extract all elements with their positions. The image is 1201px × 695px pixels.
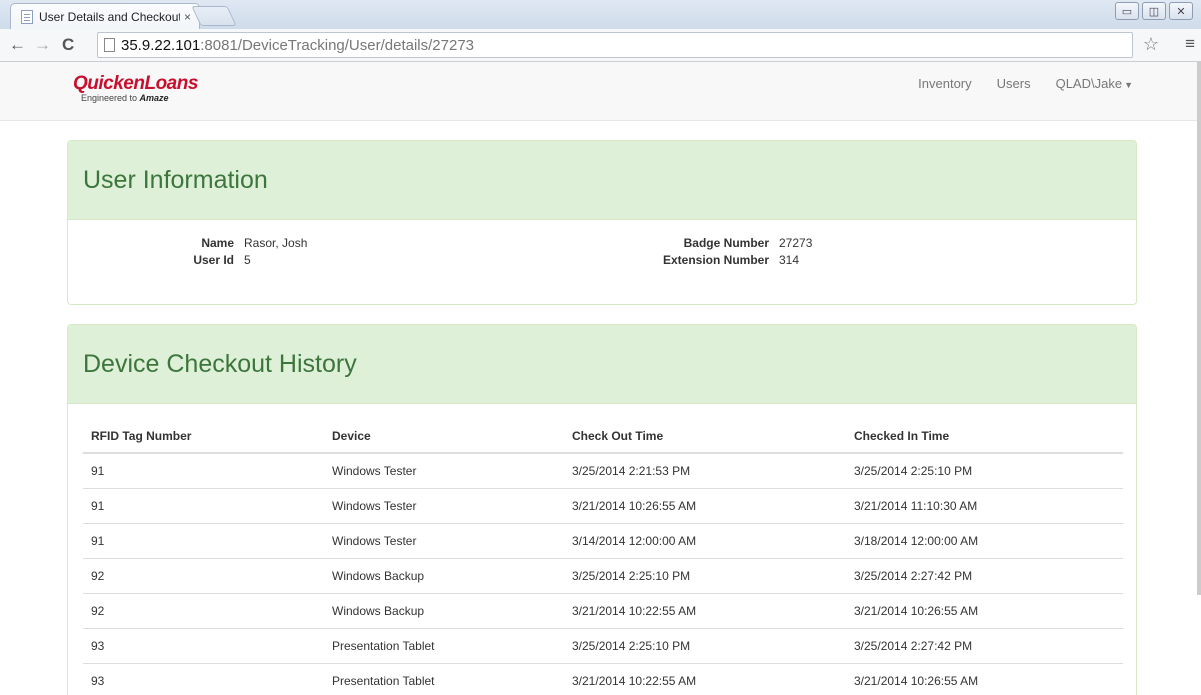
table-cell: 92 (83, 557, 324, 593)
table-cell: 3/18/2014 12:00:00 AM (846, 522, 1123, 558)
table-cell: 3/21/2014 10:26:55 AM (846, 592, 1123, 628)
table-cell: 3/14/2014 12:00:00 AM (564, 522, 846, 558)
panel-title: Device Checkout History (83, 349, 357, 378)
table-cell: 3/25/2014 2:27:42 PM (846, 557, 1123, 593)
panel-heading: Device Checkout History (68, 325, 1136, 404)
forward-icon[interactable]: → (34, 35, 51, 55)
nav-inventory-link[interactable]: Inventory (918, 76, 971, 91)
table-cell: 3/25/2014 2:21:53 PM (572, 463, 691, 478)
vertical-scrollbar[interactable] (1197, 62, 1201, 595)
table-row: 91 Windows Tester 3/25/2014 2:21:53 PM 3/25… (83, 453, 1123, 488)
table-cell: 91 (83, 522, 324, 558)
detail-value: 314 (779, 253, 800, 267)
back-icon[interactable]: ← (9, 35, 26, 55)
table-cell: 3/25/2014 2:25:10 PM (564, 627, 846, 663)
detail-term: User Id (193, 253, 234, 267)
nav-links: Inventory Users QLAD\Jake ▼ (918, 76, 1133, 91)
address-bar[interactable]: 35.9.22.101 :8081/DeviceTracking/User/de… (97, 32, 1133, 58)
table-body: 91 Windows Tester 3/25/2014 2:21:53 PM 3/25… (83, 453, 1123, 695)
panel-heading: User Information (68, 141, 1136, 220)
detail-value: Rasor, Josh (244, 236, 308, 250)
reload-icon[interactable]: C (62, 35, 74, 55)
page-icon (104, 38, 115, 52)
url-path: :8081/DeviceTracking/User/details/27273 (200, 36, 475, 54)
close-window-button[interactable]: ✕ (1169, 2, 1193, 20)
page-content: QuickenLoans Engineered to Amaze Invento… (0, 62, 1201, 695)
bookmark-star-icon[interactable]: ☆ (1143, 34, 1159, 55)
url-host: 35.9.22.101 (121, 36, 201, 54)
column-header: Checked In Time (846, 419, 1123, 454)
panel-title: User Information (83, 165, 268, 194)
table-row: 91 Windows Tester 3/14/2014 12:00:00 AM 3/1… (83, 522, 1123, 558)
table-cell: Windows Tester (324, 522, 564, 558)
table-row: 92 Windows Backup 3/25/2014 2:25:10 PM 3/25… (83, 557, 1123, 593)
table-row: 93 Presentation Tablet 3/25/2014 2:25:10 P… (83, 627, 1123, 663)
table-cell: 91 (83, 487, 324, 523)
column-header: Device (324, 419, 564, 454)
logo-tagline: Engineered to Amaze (81, 93, 169, 103)
tab-title: User Details and Checkout (39, 9, 180, 24)
table-header-row: RFID Tag Number Device Check Out Time Ch… (83, 419, 1123, 454)
detail-term: Extension Number (662, 253, 769, 267)
table-cell: 3/21/2014 10:26:55 AM (846, 662, 1123, 695)
detail-term: Badge Number (683, 236, 769, 250)
table-cell: Presentation Tablet (324, 662, 564, 695)
table-cell: 3/25/2014 2:25:10 PM (564, 557, 846, 593)
user-details-right: Badge Number 27273 Extension Number 314 (623, 235, 812, 269)
detail-value: 27273 (779, 236, 813, 250)
table-cell: 3/21/2014 10:22:55 AM (564, 662, 846, 695)
minimize-button[interactable]: ▭ (1115, 2, 1139, 20)
table-cell: 93 (83, 662, 324, 695)
user-account-dropdown[interactable]: QLAD\Jake ▼ (1056, 76, 1133, 91)
caret-down-icon: ▼ (1124, 80, 1133, 90)
browser-tab-strip: User Details and Checkout × ▭ ◫ ✕ (0, 0, 1201, 29)
browser-menu-icon[interactable]: ≡ (1185, 34, 1195, 54)
device-checkout-history-panel: Device Checkout History RFID Tag Number … (67, 324, 1137, 695)
checkout-history-table: RFID Tag Number Device Check Out Time Ch… (83, 419, 1123, 695)
user-information-panel: User Information Name Rasor, Josh User Id… (67, 140, 1137, 305)
table-cell: 3/25/2014 2:27:42 PM (846, 627, 1123, 663)
table-cell: 93 (83, 627, 324, 663)
maximize-button[interactable]: ◫ (1142, 2, 1166, 20)
table-row: 93 Presentation Tablet 3/21/2014 10:22:55 … (83, 662, 1123, 695)
browser-tab[interactable]: User Details and Checkout × (10, 3, 200, 29)
close-tab-icon[interactable]: × (184, 10, 191, 24)
table-cell: Windows Tester (324, 487, 564, 523)
table-cell: 3/21/2014 11:10:30 AM (846, 487, 1123, 523)
site-navbar: QuickenLoans Engineered to Amaze Invento… (0, 62, 1201, 121)
user-details-left: Name Rasor, Josh User Id 5 (148, 235, 307, 269)
browser-toolbar: ← → C 35.9.22.101 :8081/DeviceTracking/U… (0, 29, 1201, 62)
column-header: RFID Tag Number (83, 419, 324, 454)
nav-users-link[interactable]: Users (997, 76, 1031, 91)
detail-term: Name (201, 236, 234, 250)
column-header: Check Out Time (564, 419, 846, 454)
table-cell: 3/21/2014 10:26:55 AM (564, 487, 846, 523)
table-cell: Windows Backup (324, 592, 564, 628)
page-favicon-icon (21, 9, 33, 24)
table-row: 92 Windows Backup 3/21/2014 10:22:55 AM 3/2… (83, 592, 1123, 628)
detail-value: 5 (244, 253, 251, 267)
table-cell: 92 (83, 592, 324, 628)
table-cell: 3/21/2014 10:22:55 AM (564, 592, 846, 628)
table-cell: 91 (91, 463, 105, 478)
table-cell: 3/25/2014 2:25:10 PM (854, 463, 973, 478)
table-cell: Windows Tester (332, 463, 417, 478)
logo-brand: QuickenLoans (73, 73, 198, 94)
quicken-loans-logo[interactable]: QuickenLoans Engineered to Amaze (73, 74, 198, 104)
table-cell: Presentation Tablet (324, 627, 564, 663)
table-cell: Windows Backup (324, 557, 564, 593)
table-row: 91 Windows Tester 3/21/2014 10:26:55 AM 3/2… (83, 487, 1123, 523)
window-controls: ▭ ◫ ✕ (1115, 2, 1193, 20)
